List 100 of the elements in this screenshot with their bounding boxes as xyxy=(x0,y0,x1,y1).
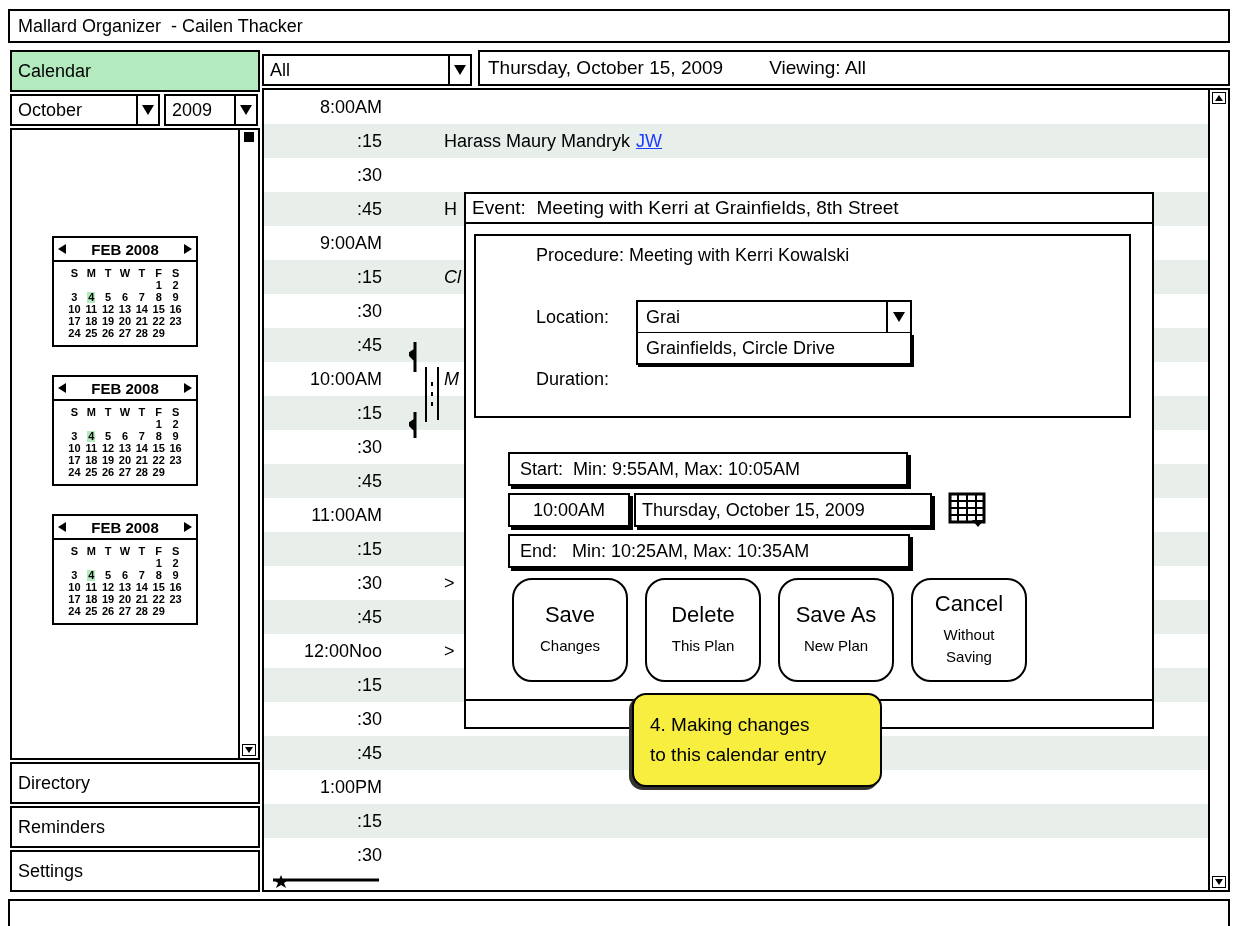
day-cell[interactable]: 5 xyxy=(104,570,113,581)
day-cell[interactable]: 27 xyxy=(117,328,133,339)
dropdown-option[interactable]: Grainfields, Circle Drive xyxy=(636,333,912,365)
day-cell[interactable]: 29 xyxy=(151,467,166,478)
day-cell[interactable]: 26 xyxy=(101,328,116,339)
day-cell[interactable]: 1 xyxy=(154,280,163,291)
event-entry[interactable]: M xyxy=(444,365,459,393)
action-button[interactable]: Delete This Plan xyxy=(645,578,761,682)
year-dropdown[interactable]: 2009 xyxy=(164,94,258,126)
day-cell[interactable]: 24 xyxy=(67,328,82,339)
event-link[interactable]: JW xyxy=(636,127,663,155)
day-cell[interactable]: 25 xyxy=(84,606,99,617)
day-cell[interactable]: 6 xyxy=(120,570,130,581)
day-cell[interactable]: 25 xyxy=(84,328,99,339)
scroll-thumb[interactable] xyxy=(244,132,254,142)
day-cell[interactable]: 3 xyxy=(70,292,79,303)
day-cell[interactable]: 18 xyxy=(84,455,99,466)
day-cell[interactable]: 16 xyxy=(168,304,183,315)
day-cell[interactable]: 18 xyxy=(84,594,99,605)
day-cell[interactable]: 10 xyxy=(67,582,82,593)
day-cell[interactable]: 14 xyxy=(134,582,149,593)
day-cell[interactable]: 22 xyxy=(151,594,166,605)
time-field[interactable]: 10:00AM xyxy=(508,493,630,527)
mini-calendar[interactable]: FEB 2008 S M T W T F S 1 2 3 4 5 6 7 8 9 10 11 12 13 14 15 16 17 18 19 20 21 22 23 24 25 26 27 28 29 xyxy=(52,236,198,347)
day-cell[interactable]: 22 xyxy=(151,455,166,466)
mini-calendar[interactable]: FEB 2008 S M T W T F S 1 2 3 4 5 6 7 8 9 10 11 12 13 14 15 16 17 18 19 20 21 22 23 24 25 26 27 28 29 xyxy=(52,375,198,486)
day-cell[interactable]: 23 xyxy=(168,594,183,605)
calendar-icon[interactable] xyxy=(948,492,988,528)
day-cell[interactable]: 4 xyxy=(87,292,96,303)
scrollbar[interactable] xyxy=(1208,90,1228,890)
day-cell[interactable]: 12 xyxy=(101,443,116,454)
day-cell[interactable]: 24 xyxy=(67,606,82,617)
day-cell[interactable]: 12 xyxy=(101,582,116,593)
day-cell[interactable]: 20 xyxy=(117,316,133,327)
day-cell[interactable]: 23 xyxy=(168,455,183,466)
day-cell[interactable]: 29 xyxy=(151,606,166,617)
previous-month-icon[interactable] xyxy=(58,383,66,393)
day-cell[interactable]: 5 xyxy=(104,431,113,442)
section-tab[interactable]: Directory xyxy=(10,762,260,804)
day-cell[interactable]: 16 xyxy=(168,443,183,454)
action-button[interactable]: Cancel Without Saving xyxy=(911,578,1027,682)
day-cell[interactable]: 25 xyxy=(84,467,99,478)
scroll-down-arrow-icon[interactable] xyxy=(242,744,256,756)
day-cell[interactable]: 7 xyxy=(137,292,146,303)
day-cell[interactable]: 16 xyxy=(168,582,183,593)
day-cell[interactable]: 4 xyxy=(87,431,96,442)
day-cell[interactable]: 10 xyxy=(67,304,82,315)
day-cell[interactable]: 28 xyxy=(134,328,149,339)
day-cell[interactable]: 26 xyxy=(101,467,116,478)
day-cell[interactable]: 12 xyxy=(101,304,116,315)
day-cell[interactable]: 7 xyxy=(137,570,146,581)
event-entry[interactable]: Cl xyxy=(444,263,461,291)
day-cell[interactable]: 28 xyxy=(134,606,149,617)
day-cell[interactable]: 13 xyxy=(117,304,133,315)
day-cell[interactable]: 11 xyxy=(84,582,99,593)
section-tab[interactable]: Reminders xyxy=(10,806,260,848)
day-cell[interactable]: 3 xyxy=(70,570,79,581)
day-cell[interactable]: 8 xyxy=(154,431,163,442)
scroll-down-arrow-icon[interactable] xyxy=(1212,876,1226,888)
event-entry[interactable]: H xyxy=(444,195,457,223)
day-cell[interactable]: 4 xyxy=(87,570,96,581)
day-cell[interactable]: 14 xyxy=(134,443,149,454)
day-cell[interactable]: 17 xyxy=(67,455,82,466)
day-cell[interactable]: 22 xyxy=(151,316,166,327)
day-cell[interactable]: 2 xyxy=(171,280,180,291)
day-cell[interactable]: 1 xyxy=(154,419,163,430)
day-cell[interactable]: 2 xyxy=(171,558,180,569)
day-cell[interactable]: 9 xyxy=(171,292,180,303)
day-cell[interactable]: 18 xyxy=(84,316,99,327)
day-cell[interactable]: 1 xyxy=(154,558,163,569)
previous-month-icon[interactable] xyxy=(58,244,66,254)
day-cell[interactable]: 19 xyxy=(101,455,116,466)
day-cell[interactable]: 21 xyxy=(134,316,149,327)
day-cell[interactable]: 28 xyxy=(134,467,149,478)
scrollbar[interactable] xyxy=(238,130,258,758)
day-cell[interactable]: 8 xyxy=(154,570,163,581)
day-cell[interactable]: 6 xyxy=(120,431,130,442)
day-cell[interactable]: 5 xyxy=(104,292,113,303)
day-cell[interactable]: 10 xyxy=(67,443,82,454)
day-cell[interactable]: 26 xyxy=(101,606,116,617)
date-field[interactable]: Thursday, October 15, 2009 xyxy=(634,493,932,527)
mini-calendar[interactable]: FEB 2008 S M T W T F S 1 2 3 4 5 6 7 8 9 10 11 12 13 14 15 16 17 18 19 20 21 22 23 24 25 26 27 28 29 xyxy=(52,514,198,625)
day-cell[interactable]: 9 xyxy=(171,431,180,442)
previous-month-icon[interactable] xyxy=(58,522,66,532)
location-combobox[interactable]: Grai xyxy=(636,300,912,334)
day-cell[interactable]: 19 xyxy=(101,594,116,605)
day-cell[interactable]: 23 xyxy=(168,316,183,327)
day-cell[interactable]: 20 xyxy=(117,455,133,466)
day-cell[interactable]: 8 xyxy=(154,292,163,303)
day-cell[interactable]: 27 xyxy=(117,467,133,478)
day-cell[interactable]: 21 xyxy=(134,594,149,605)
event-entry[interactable]: Harass Maury Mandryk xyxy=(444,127,631,155)
day-cell[interactable]: 13 xyxy=(117,443,133,454)
day-cell[interactable]: 6 xyxy=(120,292,130,303)
day-cell[interactable]: 19 xyxy=(101,316,116,327)
action-button[interactable]: Save Changes xyxy=(512,578,628,682)
day-cell[interactable]: 13 xyxy=(117,582,133,593)
day-cell[interactable]: 29 xyxy=(151,328,166,339)
day-cell[interactable]: 11 xyxy=(84,443,99,454)
day-cell[interactable]: 15 xyxy=(151,304,166,315)
